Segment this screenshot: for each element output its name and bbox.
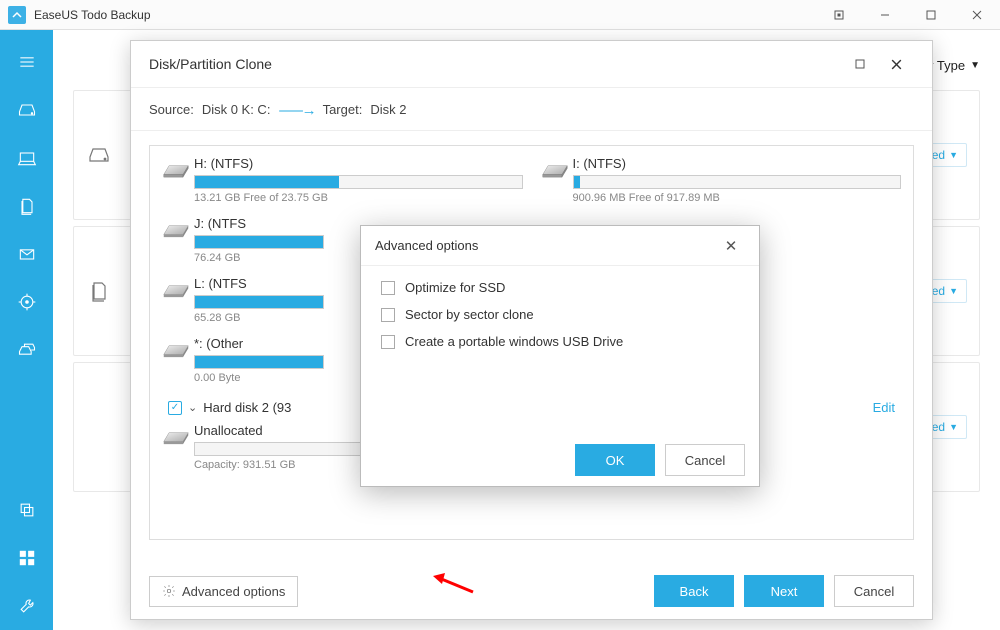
sidebar-file-icon[interactable] (0, 182, 53, 230)
partition-sub: 13.21 GB Free of 23.75 GB (194, 192, 523, 204)
clone-footer: Advanced options Back Next Cancel (131, 563, 932, 619)
clone-dialog-header: Disk/Partition Clone (131, 41, 932, 87)
partition-i[interactable]: I: (NTFS) 900.96 MB Free of 917.89 MB (541, 156, 902, 216)
advanced-options-popup: Advanced options ✕ Optimize for SSD Sect… (360, 225, 760, 487)
target-label: Target: (323, 102, 363, 117)
partition-label: L: (NTFS (194, 276, 247, 291)
partition-label: H: (NTFS) (194, 156, 253, 171)
sidebar-system-icon[interactable] (0, 134, 53, 182)
caret-down-icon: ▼ (949, 286, 958, 296)
popup-title: Advanced options (375, 238, 478, 253)
usage-bar (194, 295, 324, 309)
disk2-label: Hard disk 2 (93 (203, 400, 291, 415)
usage-bar (194, 235, 324, 249)
sidebar-target-icon[interactable] (0, 278, 53, 326)
caret-down-icon: ▼ (949, 422, 958, 432)
checkbox[interactable] (381, 308, 395, 322)
partition-h[interactable]: H: (NTFS) 13.21 GB Free of 23.75 GB (162, 156, 523, 216)
dialog-close-button[interactable] (878, 58, 914, 71)
caret-down-icon: ▼ (970, 60, 980, 71)
disk-backup-icon (74, 143, 124, 167)
partition-sub: 900.96 MB Free of 917.89 MB (573, 192, 902, 204)
sidebar (0, 30, 53, 630)
content-area: ↑ Sort by Type ▼ Advanced▼ Advanced▼ Adv… (53, 30, 1000, 630)
clone-source-target-bar: Source: Disk 0 K: C: ⸺→ Target: Disk 2 (131, 87, 932, 131)
file-backup-icon (74, 279, 124, 303)
checkbox[interactable] (381, 335, 395, 349)
option-sector-by-sector[interactable]: Sector by sector clone (381, 307, 739, 322)
advanced-options-button[interactable]: Advanced options (149, 576, 298, 607)
partition-label: *: (Other (194, 336, 243, 351)
arrow-right-icon: ⸺→ (278, 99, 314, 120)
minimize-button[interactable] (862, 0, 908, 30)
caret-down-icon: ▼ (949, 150, 958, 160)
app-title: EaseUS Todo Backup (34, 8, 151, 22)
partition-label: I: (NTFS) (573, 156, 626, 171)
sidebar-mail-icon[interactable] (0, 230, 53, 278)
usage-bar (194, 355, 324, 369)
checkbox[interactable] (381, 281, 395, 295)
gear-icon (162, 584, 176, 598)
partition-label: Unallocated (194, 423, 263, 438)
next-button[interactable]: Next (744, 575, 824, 607)
source-value: Disk 0 K: C: (202, 102, 271, 117)
back-button[interactable]: Back (654, 575, 734, 607)
usage-bar (194, 175, 523, 189)
sidebar-disk-icon[interactable] (0, 86, 53, 134)
win-sub-button[interactable] (816, 0, 862, 30)
app-logo-icon (8, 6, 26, 24)
sidebar-copy-icon[interactable] (0, 486, 53, 534)
app-titlebar: EaseUS Todo Backup (0, 0, 1000, 30)
option-portable-usb[interactable]: Create a portable windows USB Drive (381, 334, 739, 349)
partition-label: J: (NTFS (194, 216, 246, 231)
target-value: Disk 2 (370, 102, 406, 117)
usage-bar (573, 175, 902, 189)
chevron-down-icon: ⌄ (188, 401, 197, 414)
sidebar-clone-icon[interactable] (0, 326, 53, 374)
disk2-checkbox[interactable]: ✓ (168, 401, 182, 415)
cancel-button[interactable]: Cancel (834, 575, 914, 607)
sidebar-apps-icon[interactable] (0, 534, 53, 582)
source-label: Source: (149, 102, 194, 117)
close-button[interactable] (954, 0, 1000, 30)
popup-cancel-button[interactable]: Cancel (665, 444, 745, 476)
option-optimize-ssd[interactable]: Optimize for SSD (381, 280, 739, 295)
sidebar-tools-icon[interactable] (0, 582, 53, 630)
sidebar-menu-icon[interactable] (0, 38, 53, 86)
edit-link[interactable]: Edit (873, 400, 901, 415)
popup-ok-button[interactable]: OK (575, 444, 655, 476)
dialog-maximize-button[interactable] (842, 58, 878, 70)
popup-close-button[interactable]: ✕ (717, 237, 745, 255)
maximize-button[interactable] (908, 0, 954, 30)
clone-dialog-title: Disk/Partition Clone (149, 56, 272, 72)
advanced-options-label: Advanced options (182, 584, 285, 599)
popup-header: Advanced options ✕ (361, 226, 759, 266)
